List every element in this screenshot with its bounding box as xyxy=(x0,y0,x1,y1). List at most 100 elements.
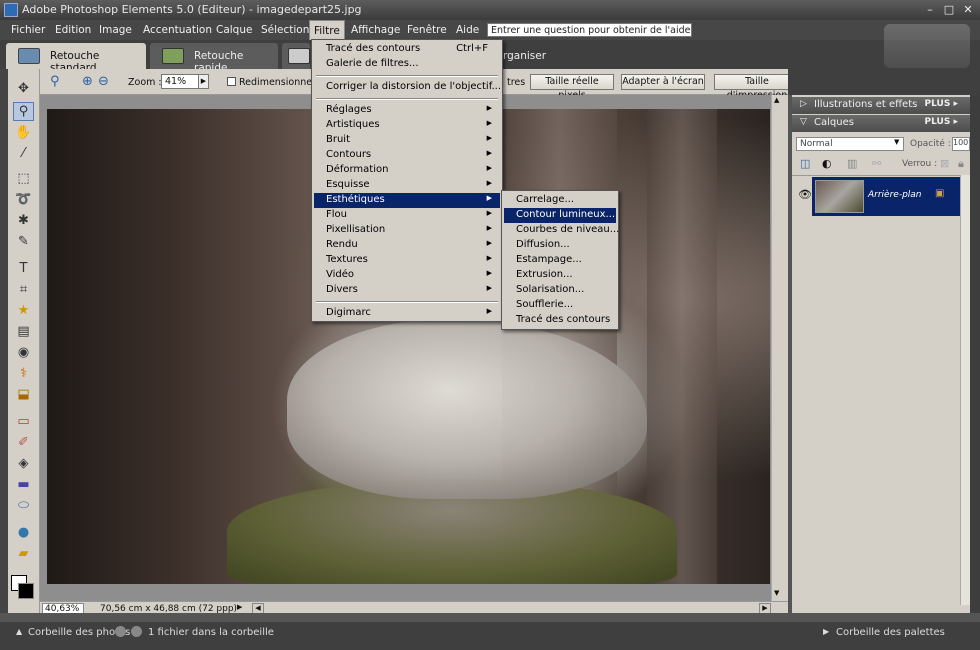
menu-image[interactable]: Image xyxy=(99,24,132,36)
zoom-tool-icon[interactable]: ⚲ xyxy=(13,102,34,121)
zoom-input[interactable]: 41% xyxy=(161,74,199,89)
menu-item-artistiques[interactable]: Artistiques ▶ xyxy=(314,118,500,133)
submenu-item-extrusion[interactable]: Extrusion... xyxy=(504,268,616,283)
blend-mode-select[interactable]: Normal xyxy=(796,137,904,151)
tab-organiser-label[interactable]: rganiser xyxy=(503,50,546,62)
menu-item-deformation[interactable]: Déformation ▶ xyxy=(314,163,500,178)
actual-pixels-button[interactable]: Taille réelle pixels xyxy=(530,74,614,101)
menu-aide[interactable]: Aide xyxy=(456,24,479,36)
cookie-cutter-icon[interactable]: ★ xyxy=(13,301,34,320)
submenu-item-courbes-de-niveau[interactable]: Courbes de niveau... xyxy=(504,223,619,238)
eraser-tool-icon[interactable]: ▭ xyxy=(13,412,34,431)
text-tool-icon[interactable]: T xyxy=(13,259,34,278)
resize-window-checkbox[interactable] xyxy=(227,77,236,86)
close-button[interactable]: ✕ xyxy=(960,2,976,17)
menu-fichier[interactable]: Fichier xyxy=(11,24,45,36)
layers-scrollbar[interactable] xyxy=(960,175,970,605)
expand-arrow-icon[interactable]: ▽ xyxy=(800,117,807,127)
foreground-color-swatch[interactable] xyxy=(18,583,34,599)
opacity-input[interactable]: 100 xyxy=(952,137,970,151)
submenu-item-trace-des-contours[interactable]: Tracé des contours xyxy=(504,313,616,328)
layer-name[interactable]: Arrière-plan xyxy=(868,190,922,200)
scroll-up-icon[interactable]: ▲ xyxy=(774,96,779,104)
menu-item-video[interactable]: Vidéo ▶ xyxy=(314,268,500,283)
shape-tool-icon[interactable]: ⬭ xyxy=(13,496,34,515)
zoom-out-icon[interactable]: ⊖ xyxy=(98,74,109,89)
layer-row[interactable]: 👁︎ Arrière-plan ▣ xyxy=(792,175,960,217)
layer-selected-bg[interactable]: Arrière-plan ▣ xyxy=(812,177,960,216)
menu-item-trace-contours[interactable]: Tracé des contours Ctrl+F xyxy=(314,42,500,57)
submenu-item-solarisation[interactable]: Solarisation... xyxy=(504,283,616,298)
menu-item-contours[interactable]: Contours ▶ xyxy=(314,148,500,163)
layers-more-button[interactable]: PLUS ▸ xyxy=(925,117,958,127)
selection-brush-icon[interactable]: ✎ xyxy=(13,232,34,251)
collapse-arrow-icon[interactable]: ▷ xyxy=(800,99,807,109)
eyedropper-tool-icon[interactable]: ⁄ xyxy=(13,144,34,163)
menu-item-esquisse[interactable]: Esquisse ▶ xyxy=(314,178,500,193)
help-search-input[interactable]: Entrer une question pour obtenir de l'ai… xyxy=(487,23,692,37)
tab-retouche-rapide[interactable]: Retouche rapide xyxy=(150,43,278,74)
move-tool-icon[interactable]: ✥ xyxy=(13,79,34,98)
scroll-down-icon[interactable]: ▼ xyxy=(774,589,779,597)
prev-photo-icon[interactable] xyxy=(115,626,126,637)
menu-selection[interactable]: Sélection xyxy=(261,24,309,36)
crop-tool-icon[interactable]: ⌗ xyxy=(13,280,34,299)
submenu-item-contour-lumineux[interactable]: Contour lumineux... xyxy=(504,208,616,223)
layers-panel-header[interactable]: ▽ Calques PLUS ▸ xyxy=(792,115,970,132)
menu-accentuation[interactable]: Accentuation xyxy=(143,24,212,36)
adjustment-layer-icon[interactable]: ◐ xyxy=(822,157,832,170)
gradient-tool-icon[interactable]: ▬ xyxy=(13,475,34,494)
menu-item-esthetiques[interactable]: Esthétiques ▶ xyxy=(314,193,500,208)
hand-tool-icon[interactable]: ✋ xyxy=(13,123,34,142)
bin-toggle-icon[interactable]: ▲ xyxy=(16,627,22,636)
menu-item-divers[interactable]: Divers ▶ xyxy=(314,283,500,298)
tab-create[interactable] xyxy=(282,43,310,69)
status-menu-arrow-icon[interactable]: ▶ xyxy=(237,603,242,611)
palette-bin-toggle-icon[interactable]: ▶ xyxy=(823,627,829,636)
menu-item-filter-gallery[interactable]: Galerie de filtres... xyxy=(314,57,500,72)
zoom-icon[interactable]: ⚲ xyxy=(50,74,60,89)
menu-item-reglages[interactable]: Réglages ▶ xyxy=(314,103,500,118)
menu-item-flou[interactable]: Flou ▶ xyxy=(314,208,500,223)
menu-edition[interactable]: Edition xyxy=(55,24,91,36)
magic-wand-icon[interactable]: ✱ xyxy=(13,211,34,230)
lock-all-icon[interactable]: 🔒︎ xyxy=(958,157,964,171)
menu-item-bruit[interactable]: Bruit ▶ xyxy=(314,133,500,148)
palette-bin-label[interactable]: Corbeille des palettes xyxy=(836,627,945,638)
menu-filtre[interactable]: Filtre xyxy=(309,20,345,40)
maximize-button[interactable]: □ xyxy=(941,2,957,17)
menu-calque[interactable]: Calque xyxy=(216,24,252,36)
menu-fenetre[interactable]: Fenêtre xyxy=(407,24,447,36)
zoom-in-icon[interactable]: ⊕ xyxy=(82,74,93,89)
next-photo-icon[interactable] xyxy=(131,626,142,637)
blur-tool-icon[interactable]: ● xyxy=(13,523,34,542)
tab-retouche-standard[interactable]: Retouche standard xyxy=(6,43,146,74)
red-eye-tool-icon[interactable]: ◉ xyxy=(13,343,34,362)
submenu-item-estampage[interactable]: Estampage... xyxy=(504,253,616,268)
submenu-item-diffusion[interactable]: Diffusion... xyxy=(504,238,616,253)
sponge-tool-icon[interactable]: ▰ xyxy=(13,544,34,563)
submenu-item-carrelage[interactable]: Carrelage... xyxy=(504,193,616,208)
paint-bucket-icon[interactable]: ◈ xyxy=(13,454,34,473)
lasso-tool-icon[interactable]: ➰ xyxy=(13,190,34,209)
link-icon[interactable]: ⚯ xyxy=(872,157,881,170)
healing-brush-icon[interactable]: ⚕ xyxy=(13,364,34,383)
menu-item-textures[interactable]: Textures ▶ xyxy=(314,253,500,268)
eye-visibility-icon[interactable]: 👁︎ xyxy=(798,188,812,201)
trash-icon[interactable]: ▥ xyxy=(847,157,857,170)
marquee-tool-icon[interactable]: ⬚ xyxy=(13,169,34,188)
menu-affichage[interactable]: Affichage xyxy=(351,24,400,36)
vertical-scrollbar[interactable]: ▲ ▼ xyxy=(771,95,788,601)
menu-item-rendu[interactable]: Rendu ▶ xyxy=(314,238,500,253)
menu-item-lens-correction[interactable]: Corriger la distorsion de l'objectif... xyxy=(314,80,501,95)
zoom-arrow-icon[interactable]: ▶ xyxy=(198,74,209,89)
brush-tool-icon[interactable]: ✐ xyxy=(13,433,34,452)
effects-more-button[interactable]: PLUS ▸ xyxy=(925,99,958,109)
menu-item-pixellisation[interactable]: Pixellisation ▶ xyxy=(314,223,500,238)
menu-item-digimarc[interactable]: Digimarc ▶ xyxy=(314,306,500,321)
straighten-tool-icon[interactable]: ▤ xyxy=(13,322,34,341)
minimize-button[interactable]: – xyxy=(922,2,938,17)
chevron-down-icon[interactable]: ▼ xyxy=(894,138,899,146)
submenu-item-soufflerie[interactable]: Soufflerie... xyxy=(504,298,616,313)
new-layer-icon[interactable]: ◫ xyxy=(800,157,810,170)
